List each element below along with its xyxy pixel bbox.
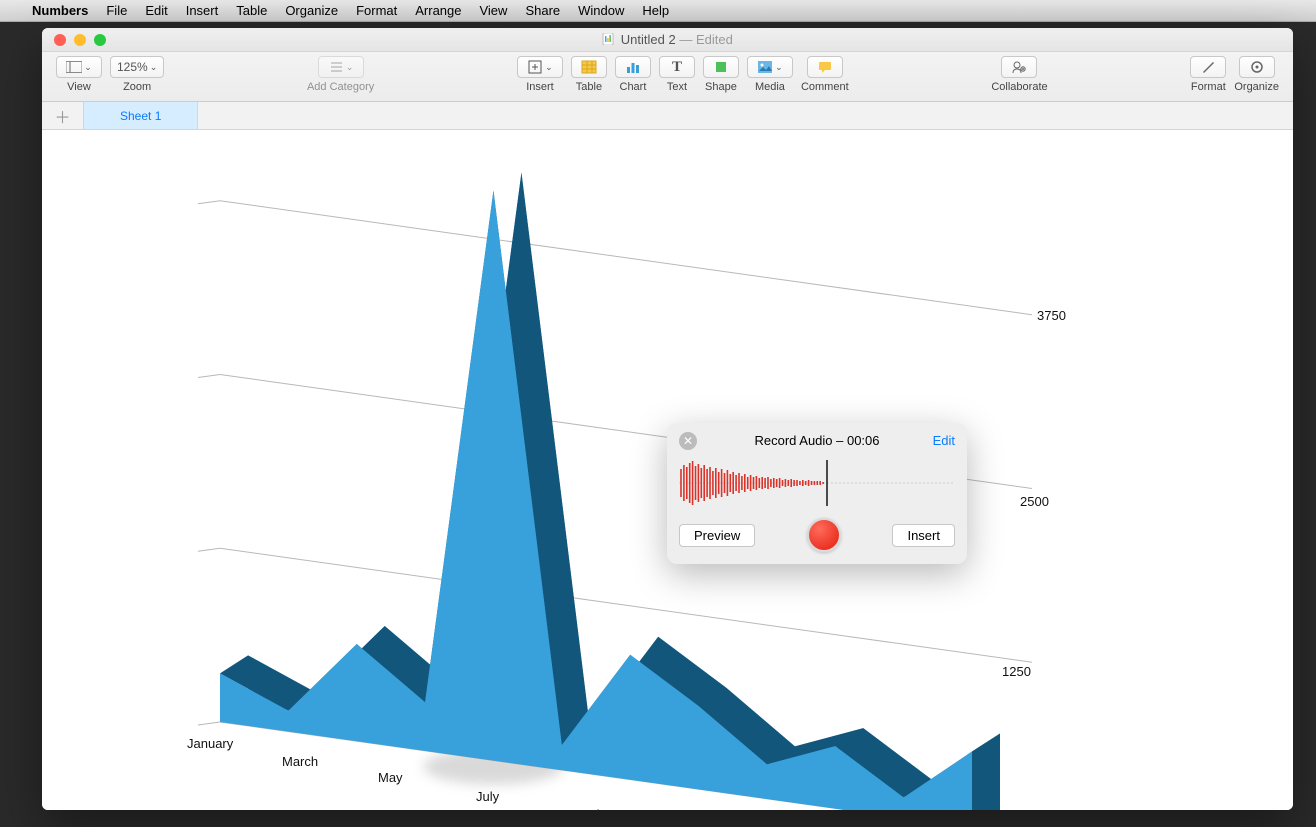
add-category-label: Add Category xyxy=(307,81,374,93)
document-title: Untitled 2 xyxy=(621,32,676,47)
shape-label: Shape xyxy=(705,81,737,93)
sheet-name: Sheet 1 xyxy=(120,109,161,123)
y-tick-2500: 2500 xyxy=(1020,494,1049,509)
shape-button[interactable] xyxy=(703,56,739,78)
add-sheet-button[interactable]: ＋ xyxy=(42,102,84,129)
document-icon xyxy=(602,33,614,45)
insert-button[interactable]: ⌄ xyxy=(517,56,563,78)
shape-icon xyxy=(713,59,729,75)
view-icon xyxy=(66,59,82,75)
media-icon xyxy=(757,59,773,75)
media-button[interactable]: ⌄ xyxy=(747,56,793,78)
menu-format[interactable]: Format xyxy=(356,3,397,18)
y-tick-1250: 1250 xyxy=(1002,664,1031,679)
x-tick-january: January xyxy=(187,736,233,751)
collaborate-button[interactable] xyxy=(1001,56,1037,78)
menu-help[interactable]: Help xyxy=(642,3,669,18)
list-icon xyxy=(328,59,344,75)
app-name[interactable]: Numbers xyxy=(32,3,88,18)
add-category-button[interactable]: ⌄ xyxy=(318,56,364,78)
zoom-value: 125% xyxy=(117,60,148,74)
view-label: View xyxy=(67,81,91,93)
insert-recording-button[interactable]: Insert xyxy=(892,524,955,547)
chart-icon xyxy=(625,59,641,75)
menu-arrange[interactable]: Arrange xyxy=(415,3,461,18)
organize-icon xyxy=(1249,59,1265,75)
traffic-lights xyxy=(42,34,106,46)
menu-window[interactable]: Window xyxy=(578,3,624,18)
collaborate-icon xyxy=(1011,59,1027,75)
text-label: Text xyxy=(667,81,687,93)
menu-view[interactable]: View xyxy=(479,3,507,18)
menu-insert[interactable]: Insert xyxy=(186,3,219,18)
x-tick-may: May xyxy=(378,770,403,785)
comment-label: Comment xyxy=(801,81,849,93)
close-icon: ✕ xyxy=(683,434,693,448)
fullscreen-window-button[interactable] xyxy=(94,34,106,46)
format-button[interactable] xyxy=(1190,56,1226,78)
brush-icon xyxy=(1200,59,1216,75)
document-canvas[interactable]: 3750 2500 1250 January March May July Se… xyxy=(42,130,1293,810)
comment-icon xyxy=(817,59,833,75)
insert-label: Insert xyxy=(526,81,554,93)
chart-label: Chart xyxy=(620,81,647,93)
menu-organize[interactable]: Organize xyxy=(285,3,338,18)
sheet-tab-active[interactable]: Sheet 1 xyxy=(84,102,198,129)
menu-table[interactable]: Table xyxy=(236,3,267,18)
collaborate-label: Collaborate xyxy=(991,81,1047,93)
x-tick-july: July xyxy=(476,789,499,804)
popover-title: Record Audio – 00:06 xyxy=(754,433,879,448)
media-label: Media xyxy=(755,81,785,93)
menu-file[interactable]: File xyxy=(106,3,127,18)
window-titlebar[interactable]: Untitled 2 — Edited xyxy=(42,28,1293,52)
minimize-window-button[interactable] xyxy=(74,34,86,46)
view-button[interactable]: ⌄ xyxy=(56,56,102,78)
table-icon xyxy=(581,59,597,75)
format-label: Format xyxy=(1191,81,1226,93)
organize-label: Organize xyxy=(1234,81,1279,93)
document-status: Edited xyxy=(696,32,733,47)
record-button[interactable] xyxy=(807,518,841,552)
x-tick-march: March xyxy=(282,754,318,769)
preview-button[interactable]: Preview xyxy=(679,524,755,547)
menu-edit[interactable]: Edit xyxy=(145,3,167,18)
macos-menubar: Numbers File Edit Insert Table Organize … xyxy=(0,0,1316,22)
zoom-label: Zoom xyxy=(123,81,151,93)
edit-recording-link[interactable]: Edit xyxy=(933,433,955,448)
window-title: Untitled 2 — Edited xyxy=(42,32,1293,47)
sheet-tabs: ＋ Sheet 1 xyxy=(42,102,1293,130)
chart-button[interactable] xyxy=(615,56,651,78)
app-window: Untitled 2 — Edited ⌄ View 125%⌄ Zoom ⌄ … xyxy=(42,28,1293,810)
insert-icon xyxy=(527,59,543,75)
table-button[interactable] xyxy=(571,56,607,78)
zoom-button[interactable]: 125%⌄ xyxy=(110,56,164,78)
text-button[interactable]: T xyxy=(659,56,695,78)
close-window-button[interactable] xyxy=(54,34,66,46)
x-tick-september: September xyxy=(552,807,616,810)
close-popover-button[interactable]: ✕ xyxy=(679,432,697,450)
table-label: Table xyxy=(576,81,602,93)
waveform[interactable] xyxy=(679,456,955,510)
comment-button[interactable] xyxy=(807,56,843,78)
menu-share[interactable]: Share xyxy=(525,3,560,18)
text-icon: T xyxy=(672,59,682,76)
record-audio-popover: ✕ Record Audio – 00:06 Edit Preview Inse… xyxy=(667,423,967,564)
toolbar: ⌄ View 125%⌄ Zoom ⌄ Add Category ⌄ Inser… xyxy=(42,52,1293,102)
organize-button[interactable] xyxy=(1239,56,1275,78)
y-tick-3750: 3750 xyxy=(1037,308,1066,323)
